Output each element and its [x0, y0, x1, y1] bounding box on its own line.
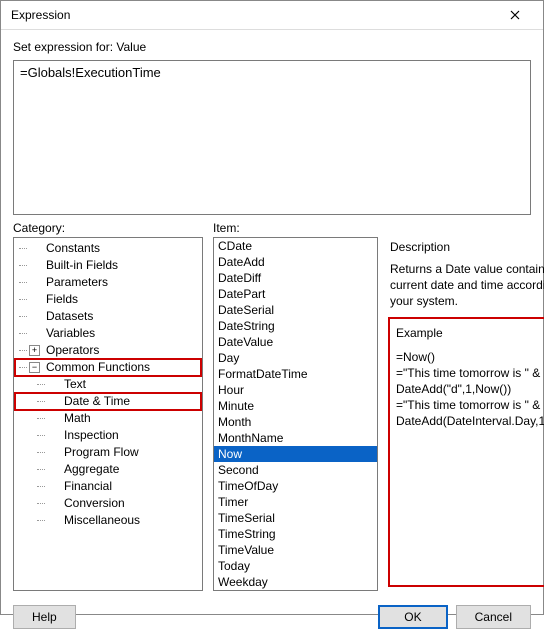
- tree-node-built-in-fields[interactable]: Built-in Fields: [15, 257, 201, 274]
- tree-node-label: Fields: [44, 291, 80, 308]
- list-item-cdate[interactable]: CDate: [214, 238, 377, 254]
- tree-node-label: Datasets: [44, 308, 95, 325]
- tree-node-text[interactable]: Text: [15, 376, 201, 393]
- example-heading: Example: [396, 325, 544, 341]
- tree-node-common-functions[interactable]: −Common Functions: [15, 359, 201, 376]
- close-icon: [510, 10, 520, 20]
- titlebar: Expression: [1, 1, 543, 30]
- tree-node-date-time[interactable]: Date & Time: [15, 393, 201, 410]
- list-item-minute[interactable]: Minute: [214, 398, 377, 414]
- tree-node-constants[interactable]: Constants: [15, 240, 201, 257]
- example-line: =Now(): [396, 349, 544, 365]
- category-panel: Category: ConstantsBuilt-in FieldsParame…: [13, 221, 203, 591]
- tree-node-label: Conversion: [62, 495, 127, 512]
- tree-node-label: Miscellaneous: [62, 512, 142, 529]
- tree-node-conversion[interactable]: Conversion: [15, 495, 201, 512]
- list-item-today[interactable]: Today: [214, 558, 377, 574]
- description-panel: . Description Returns a Date value conta…: [388, 221, 544, 591]
- tree-node-label: Constants: [44, 240, 102, 257]
- tree-node-label: Parameters: [44, 274, 110, 291]
- list-item-dateserial[interactable]: DateSerial: [214, 302, 377, 318]
- item-panel: Item: CDateDateAddDateDiffDatePartDateSe…: [213, 221, 378, 591]
- list-item-formatdatetime[interactable]: FormatDateTime: [214, 366, 377, 382]
- list-item-hour[interactable]: Hour: [214, 382, 377, 398]
- tree-node-label: Financial: [62, 478, 114, 495]
- tree-node-inspection[interactable]: Inspection: [15, 427, 201, 444]
- expand-icon[interactable]: +: [29, 345, 40, 356]
- description-heading: Description: [390, 239, 544, 255]
- tree-node-label: Text: [62, 376, 88, 393]
- tree-node-program-flow[interactable]: Program Flow: [15, 444, 201, 461]
- example-line: ="This time tomorrow is " & DateAdd(Date…: [396, 397, 544, 429]
- expression-input[interactable]: =Globals!ExecutionTime: [13, 60, 531, 215]
- list-item-day[interactable]: Day: [214, 350, 377, 366]
- tree-node-label: Aggregate: [62, 461, 121, 478]
- tree-node-label: Common Functions: [44, 359, 152, 376]
- collapse-icon[interactable]: −: [29, 362, 40, 373]
- list-item-month[interactable]: Month: [214, 414, 377, 430]
- list-item-weekday[interactable]: Weekday: [214, 574, 377, 590]
- tree-node-operators[interactable]: + Operators: [15, 342, 201, 359]
- tree-node-math[interactable]: Math: [15, 410, 201, 427]
- category-label: Category:: [13, 221, 203, 235]
- list-item-now[interactable]: Now: [214, 446, 377, 462]
- list-item-timestring[interactable]: TimeString: [214, 526, 377, 542]
- window-title: Expression: [11, 8, 495, 22]
- help-button[interactable]: Help: [13, 605, 76, 629]
- tree-node-label: Inspection: [62, 427, 121, 444]
- panels-row: Category: ConstantsBuilt-in FieldsParame…: [13, 221, 531, 591]
- tree-node-datasets[interactable]: Datasets: [15, 308, 201, 325]
- list-item-dateadd[interactable]: DateAdd: [214, 254, 377, 270]
- tree-node-label: Math: [62, 410, 93, 427]
- list-item-timeofday[interactable]: TimeOfDay: [214, 478, 377, 494]
- ok-button[interactable]: OK: [378, 605, 447, 629]
- tree-node-financial[interactable]: Financial: [15, 478, 201, 495]
- category-tree[interactable]: ConstantsBuilt-in FieldsParametersFields…: [13, 237, 203, 591]
- set-expression-label: Set expression for: Value: [13, 40, 531, 54]
- tree-node-fields[interactable]: Fields: [15, 291, 201, 308]
- list-item-timer[interactable]: Timer: [214, 494, 377, 510]
- list-item-timevalue[interactable]: TimeValue: [214, 542, 377, 558]
- list-item-datevalue[interactable]: DateValue: [214, 334, 377, 350]
- example-line: ="This time tomorrow is " & DateAdd("d",…: [396, 365, 544, 397]
- tree-node-label: Variables: [44, 325, 97, 342]
- tree-node-aggregate[interactable]: Aggregate: [15, 461, 201, 478]
- item-list[interactable]: CDateDateAddDateDiffDatePartDateSerialDa…: [213, 237, 378, 591]
- description-text: Returns a Date value containing the curr…: [390, 261, 544, 309]
- example-box: Example =Now()="This time tomorrow is " …: [388, 317, 544, 587]
- tree-node-miscellaneous[interactable]: Miscellaneous: [15, 512, 201, 529]
- tree-node-label: Built-in Fields: [44, 257, 120, 274]
- tree-node-parameters[interactable]: Parameters: [15, 274, 201, 291]
- dialog-content: Set expression for: Value =Globals!Execu…: [1, 30, 543, 597]
- list-item-timeserial[interactable]: TimeSerial: [214, 510, 377, 526]
- dialog-footer: Help OK Cancel: [1, 597, 543, 641]
- close-button[interactable]: [495, 1, 535, 29]
- list-item-datepart[interactable]: DatePart: [214, 286, 377, 302]
- tree-node-label: Date & Time: [62, 393, 132, 410]
- list-item-monthname[interactable]: MonthName: [214, 430, 377, 446]
- list-item-second[interactable]: Second: [214, 462, 377, 478]
- item-label: Item:: [213, 221, 378, 235]
- tree-node-label: Program Flow: [62, 444, 141, 461]
- tree-node-variables[interactable]: Variables: [15, 325, 201, 342]
- list-item-datediff[interactable]: DateDiff: [214, 270, 377, 286]
- tree-node-label: Operators: [44, 342, 101, 359]
- cancel-button[interactable]: Cancel: [456, 605, 531, 629]
- list-item-datestring[interactable]: DateString: [214, 318, 377, 334]
